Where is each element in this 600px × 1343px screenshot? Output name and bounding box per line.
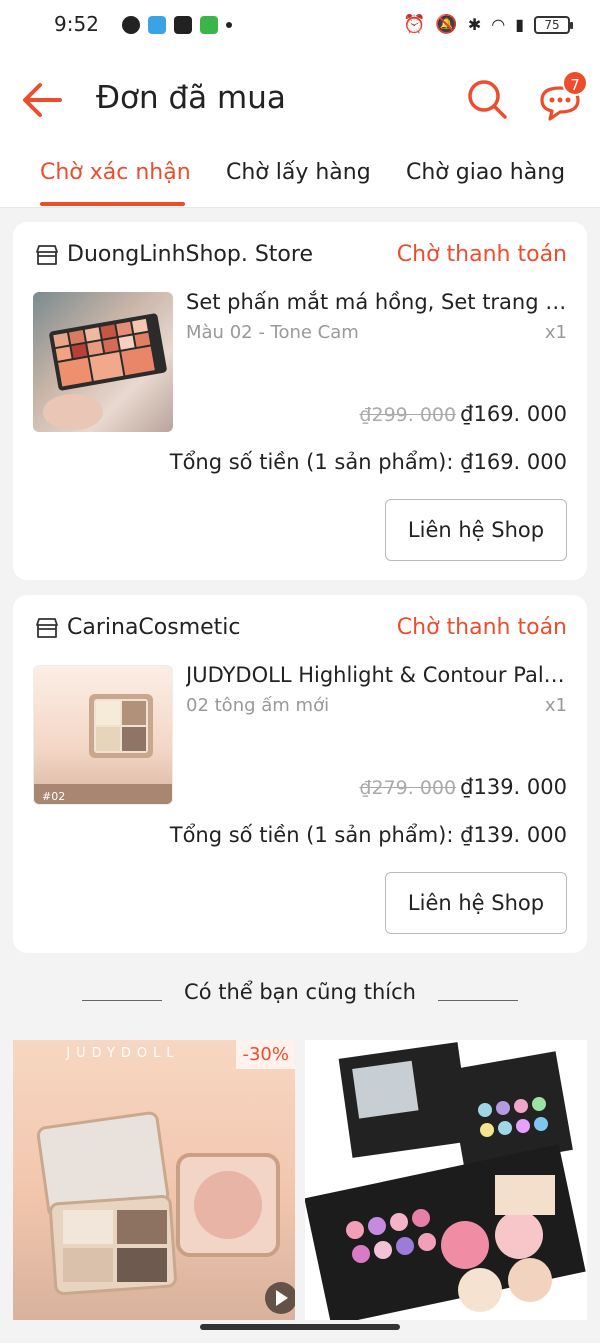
order-status: Chờ thanh toán [396, 615, 567, 640]
product-thumbnail[interactable] [33, 292, 173, 432]
contact-shop-button[interactable]: Liên hệ Shop [385, 499, 567, 561]
page-title: Đơn đã mua [96, 80, 286, 116]
product-qty: x1 [544, 695, 567, 716]
shop-row[interactable]: CarinaCosmetic [35, 615, 241, 640]
store-icon [36, 617, 58, 638]
contour-palette-image: #02 [34, 694, 172, 804]
notification-icons [122, 16, 232, 34]
product-variant: Màu 02 - Tone Cam [186, 322, 359, 343]
product-variant: 02 tông ấm mới [186, 695, 330, 716]
recommend-heading: Có thể bạn cũng thích [0, 980, 600, 1004]
order-total: Tổng số tiền (1 sản phẩm): ₫139. 000 [169, 823, 567, 847]
order-tabs: Chờ xác nhận Chờ lấy hàng Chờ giao hàng [0, 144, 600, 208]
shop-bag-icon [174, 16, 192, 34]
order-status: Chờ thanh toán [396, 242, 567, 267]
sale-price: ₫169. 000 [460, 402, 567, 426]
tab-cho-lay-hang[interactable]: Chờ lấy hàng [226, 160, 371, 185]
recommend-title: Có thể bạn cũng thích [184, 980, 416, 1004]
order-total: Tổng số tiền (1 sản phẩm): ₫169. 000 [169, 450, 567, 474]
contact-shop-button[interactable]: Liên hệ Shop [385, 872, 567, 934]
original-price: ₫299. 000 [359, 404, 457, 426]
palette-image [43, 313, 167, 430]
signal-icon: ▮ [515, 15, 524, 34]
bluetooth-icon: ✱ [467, 15, 482, 34]
product-name[interactable]: Set phấn mắt má hồng, Set trang điểm [186, 290, 574, 314]
brand-watermark: JUDYDOLL [66, 1046, 180, 1061]
home-indicator[interactable] [200, 1324, 400, 1330]
app-icon [148, 16, 166, 34]
battery-icon: 75 [534, 15, 573, 34]
chat-badge: 7 [562, 70, 588, 96]
system-icons: ⏰ 🔕 ✱ ◠ ▮ 75 [402, 14, 573, 35]
product-image [36, 1111, 295, 1314]
order-card: DuongLinhShop. Store Chờ thanh toán Set … [13, 222, 587, 580]
shop-row[interactable]: DuongLinhShop. Store [35, 242, 313, 267]
tab-cho-giao-hang[interactable]: Chờ giao hàng [406, 160, 565, 185]
back-arrow-icon[interactable] [20, 80, 64, 120]
status-time: 9:52 [54, 12, 99, 36]
status-bar: 9:52 ⏰ 🔕 ✱ ◠ ▮ 75 [0, 0, 600, 52]
shop-name: DuongLinhShop. Store [67, 242, 313, 267]
order-card: CarinaCosmetic Chờ thanh toán #02 JUDYDO… [13, 595, 587, 953]
mute-icon: 🔕 [435, 14, 458, 35]
sale-price: ₫139. 000 [460, 775, 567, 799]
shade-label: #02 [42, 790, 65, 803]
messenger-icon [122, 16, 140, 34]
store-icon [36, 244, 58, 265]
green-app-icon [200, 16, 218, 34]
price-row: ₫279. 000 ₫139. 000 [359, 775, 567, 799]
tab-cho-xac-nhan[interactable]: Chờ xác nhận [40, 160, 191, 185]
discount-badge: -30% [236, 1040, 295, 1069]
product-thumbnail[interactable]: #02 [33, 665, 173, 805]
shop-name: CarinaCosmetic [67, 615, 241, 640]
price-row: ₫299. 000 ₫169. 000 [359, 402, 567, 426]
wifi-icon: ◠ [491, 15, 506, 34]
active-tab-indicator [40, 202, 185, 206]
alarm-icon: ⏰ [402, 14, 426, 35]
recommend-product-card[interactable]: JUDYDOLL -30% [13, 1040, 295, 1320]
recommend-product-card[interactable] [305, 1040, 587, 1320]
original-price: ₫279. 000 [359, 777, 457, 799]
product-name[interactable]: JUDYDOLL Highlight & Contour Palette [186, 663, 574, 687]
product-image [305, 1042, 586, 1320]
product-qty: x1 [544, 322, 567, 343]
app-header: Đơn đã mua 7 [0, 52, 600, 144]
more-dot-icon [226, 22, 232, 28]
search-icon[interactable] [466, 78, 508, 120]
